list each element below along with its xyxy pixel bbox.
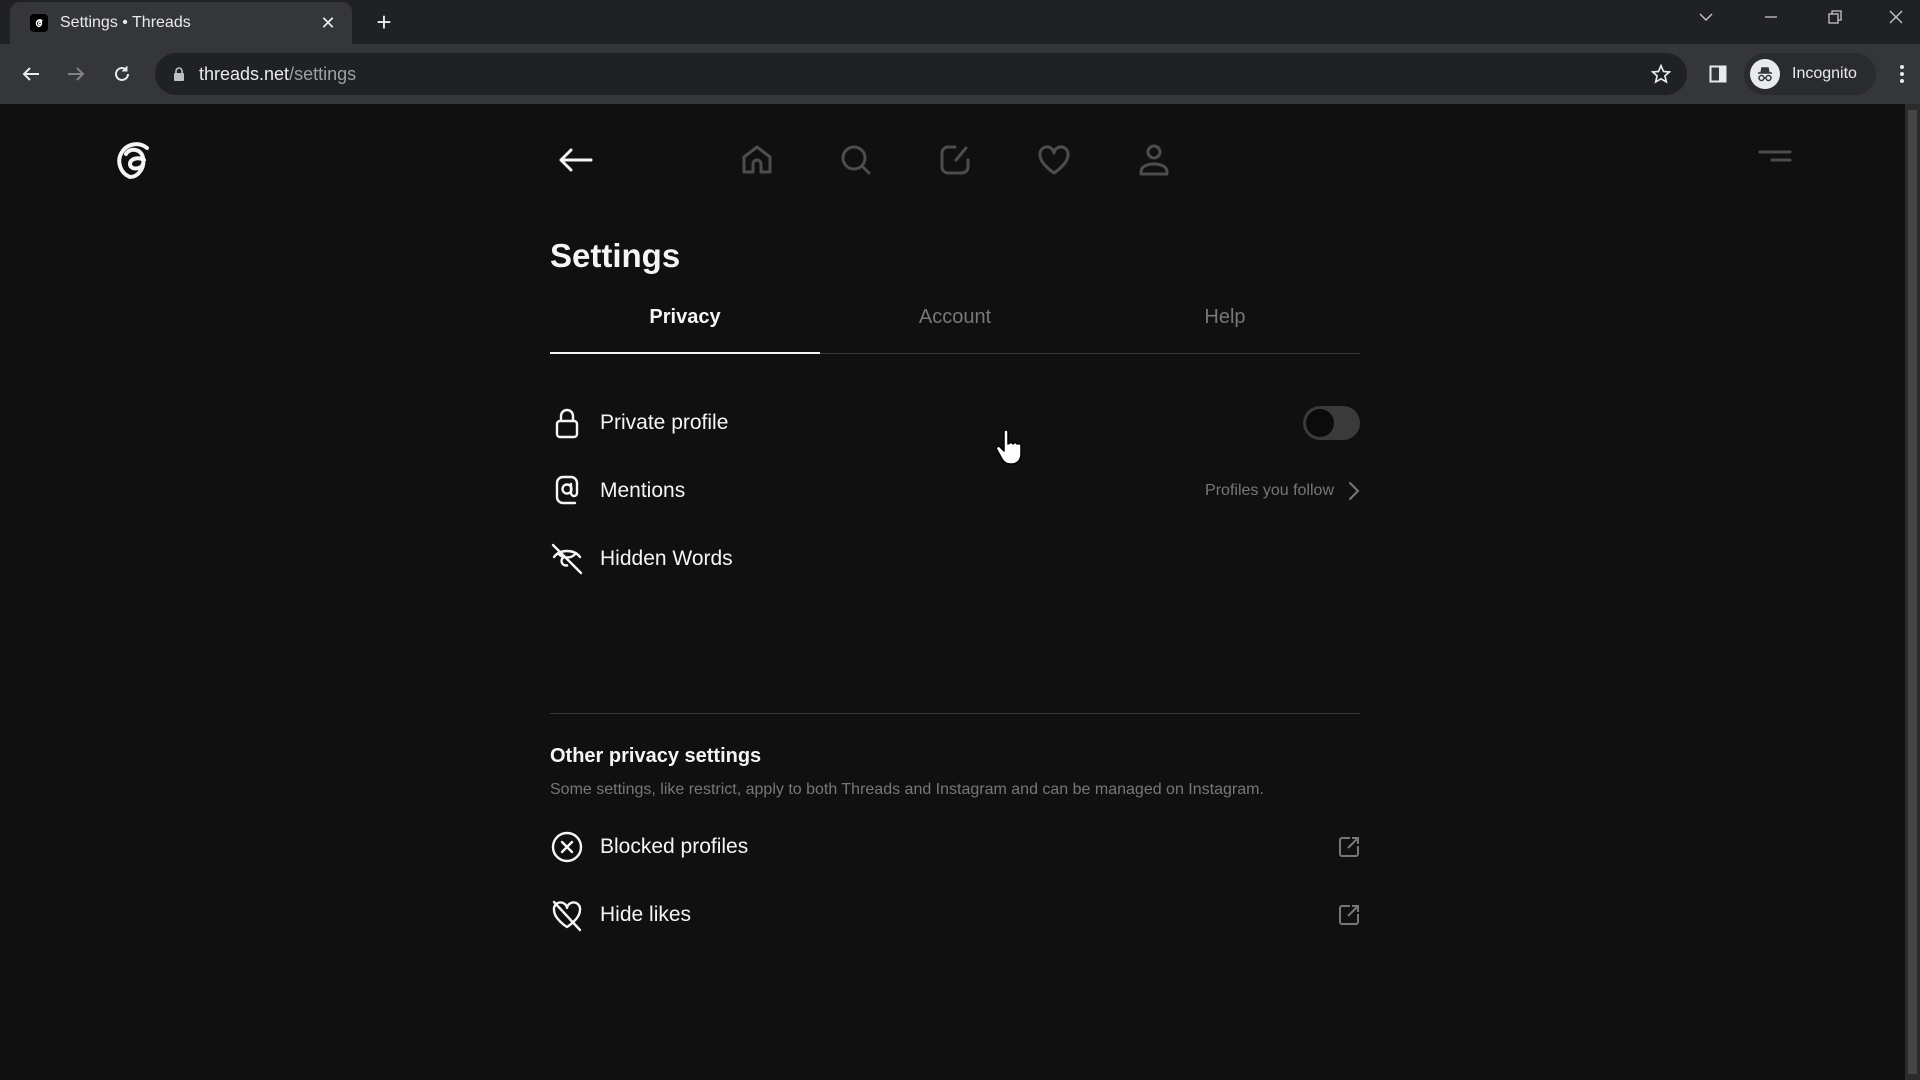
url-host: threads.net <box>199 63 290 84</box>
setting-label: Blocked profiles <box>600 835 749 858</box>
tab-help[interactable]: Help <box>1090 290 1360 353</box>
new-tab-button[interactable]: + <box>370 7 398 37</box>
other-privacy-title: Other privacy settings <box>550 745 762 767</box>
settings-tabs: Privacy Account Help <box>550 290 1360 354</box>
tab-title: Settings • Threads <box>60 14 191 31</box>
private-profile-toggle[interactable] <box>1303 406 1360 440</box>
browser-tab[interactable]: Settings • Threads ✕ <box>10 2 352 44</box>
page-scrollbar[interactable] <box>1905 104 1920 1080</box>
setting-label: Hide likes <box>600 903 692 926</box>
side-panel-icon[interactable] <box>1700 56 1736 92</box>
at-icon <box>550 474 584 508</box>
url-path: /settings <box>289 63 357 84</box>
external-link-icon <box>1338 904 1360 926</box>
address-bar[interactable]: threads.net/settings <box>155 53 1687 95</box>
setting-label: Private profile <box>600 411 729 434</box>
threads-favicon-icon <box>30 14 48 32</box>
setting-hidden-words[interactable]: Hidden Words <box>550 531 1360 587</box>
setting-blocked-profiles[interactable]: Blocked profiles <box>550 819 1360 875</box>
setting-private-profile[interactable]: Private profile <box>550 395 1360 451</box>
external-link-icon <box>1338 836 1360 858</box>
page-title: Settings <box>550 237 681 274</box>
heart-off-icon <box>550 898 584 932</box>
setting-hide-likes[interactable]: Hide likes <box>550 887 1360 943</box>
threads-logo-icon[interactable] <box>110 136 156 186</box>
incognito-icon <box>1750 59 1780 89</box>
setting-label: Mentions <box>600 479 686 502</box>
other-privacy-description: Some settings, like restrict, apply to b… <box>550 781 1264 798</box>
blocked-icon <box>550 830 584 864</box>
lock-icon <box>173 67 185 81</box>
search-icon[interactable] <box>832 136 880 184</box>
setting-mentions[interactable]: Mentions Profiles you follow <box>550 463 1360 519</box>
forward-icon[interactable] <box>58 56 94 92</box>
toggle-knob <box>1306 409 1334 437</box>
lock-icon <box>550 406 584 440</box>
close-window-icon[interactable] <box>1872 0 1920 34</box>
setting-label: Hidden Words <box>600 547 733 570</box>
browser-toolbar: threads.net/settings Incognito <box>0 44 1920 104</box>
chevron-right-icon <box>1348 481 1360 501</box>
back-arrow-icon[interactable] <box>555 142 595 178</box>
eye-off-icon <box>550 542 584 576</box>
threads-page: Settings Privacy Account Help Private pr… <box>0 104 1905 1080</box>
incognito-profile-button[interactable]: Incognito <box>1744 53 1876 95</box>
tab-account[interactable]: Account <box>820 290 1090 353</box>
tab-privacy[interactable]: Privacy <box>550 290 820 354</box>
profile-icon[interactable] <box>1130 136 1178 184</box>
bookmark-star-icon[interactable] <box>1651 64 1671 84</box>
back-icon[interactable] <box>13 56 49 92</box>
home-icon[interactable] <box>733 136 781 184</box>
tab-search-icon[interactable] <box>1679 0 1733 34</box>
create-icon[interactable] <box>931 136 979 184</box>
mentions-value: Profiles you follow <box>1205 482 1334 499</box>
browser-menu-icon[interactable] <box>1884 56 1920 92</box>
mouse-cursor-icon <box>995 429 1023 466</box>
menu-icon[interactable] <box>1754 144 1798 174</box>
section-divider <box>550 713 1360 714</box>
browser-tab-strip: Settings • Threads ✕ + <box>0 0 1920 44</box>
restore-icon[interactable] <box>1808 0 1862 34</box>
close-tab-icon[interactable]: ✕ <box>318 13 338 33</box>
incognito-label: Incognito <box>1792 65 1857 82</box>
minimize-icon[interactable] <box>1744 0 1798 34</box>
heart-icon[interactable] <box>1030 136 1078 184</box>
reload-icon[interactable] <box>104 56 140 92</box>
scrollbar-thumb[interactable] <box>1908 110 1917 1074</box>
